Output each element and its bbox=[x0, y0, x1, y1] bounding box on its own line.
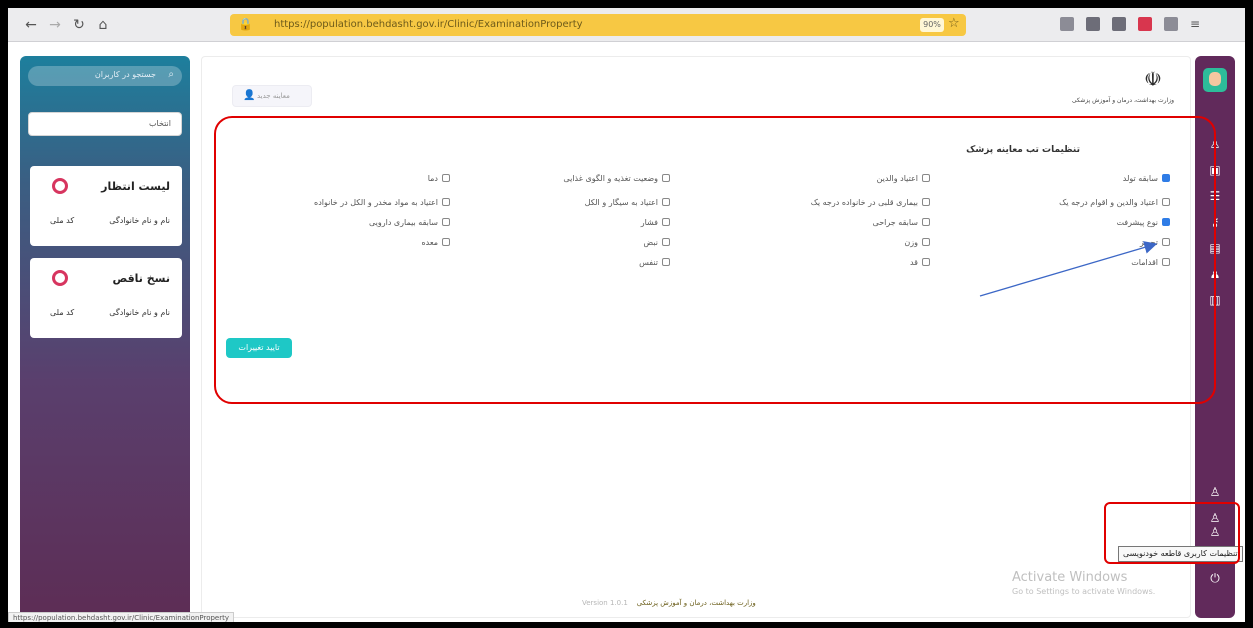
footer-text: وزارت بهداشت، درمان و آموزش پزشکی bbox=[636, 599, 756, 607]
library-icon[interactable] bbox=[1086, 17, 1100, 31]
ministry-logo: ☫ وزارت بهداشت، درمان و آموزش پزشکی bbox=[1072, 67, 1174, 111]
account-icon[interactable] bbox=[1164, 17, 1178, 31]
activation-watermark: Activate Windows Go to Settings to activ… bbox=[1012, 570, 1155, 596]
filter-select[interactable]: انتخاب bbox=[28, 112, 182, 136]
home-icon[interactable]: ⌂ bbox=[94, 16, 112, 34]
browser-toolbar: ← → ↻ ⌂ 🔒 https://population.behdasht.go… bbox=[8, 8, 1245, 42]
power-icon[interactable]: ⏻ bbox=[1207, 570, 1223, 586]
emblem-icon: ☫ bbox=[1144, 67, 1162, 91]
reload-icon[interactable]: ↻ bbox=[70, 16, 88, 34]
refresh-icon[interactable] bbox=[52, 178, 68, 194]
url-text: https://population.behdasht.gov.ir/Clini… bbox=[274, 19, 583, 30]
new-examination-button[interactable]: 👤 معاینه جدید bbox=[232, 85, 312, 107]
footer-version: Version 1.0.1 bbox=[582, 599, 628, 607]
bookmark-star-icon[interactable]: ☆ bbox=[948, 16, 960, 31]
card-field-id: کد ملی bbox=[50, 308, 75, 317]
user-icon: 👤 bbox=[243, 90, 256, 101]
search-icon: ⌕ bbox=[168, 69, 174, 80]
card-field-name: نام و نام خانوادگی bbox=[109, 308, 170, 317]
shield-icon[interactable] bbox=[1060, 17, 1074, 31]
sidebar-icon[interactable] bbox=[1112, 17, 1126, 31]
annotation-highlight bbox=[1104, 502, 1240, 564]
new-examination-label: معاینه جدید bbox=[257, 92, 290, 100]
refresh-icon[interactable] bbox=[52, 270, 68, 286]
address-bar[interactable]: 🔒 https://population.behdasht.gov.ir/Cli… bbox=[230, 14, 966, 36]
card-field-name: نام و نام خانوادگی bbox=[109, 216, 170, 225]
filter-select-value: انتخاب bbox=[149, 119, 171, 128]
forward-icon[interactable]: → bbox=[46, 16, 64, 34]
menu-icon[interactable]: ≡ bbox=[1190, 17, 1204, 31]
card-title: لیست انتظار bbox=[101, 180, 170, 193]
watermark-line2: Go to Settings to activate Windows. bbox=[1012, 587, 1156, 596]
sidebar-search[interactable]: جستجو در کاربران ⌕ bbox=[28, 66, 182, 86]
patient-sidebar: جستجو در کاربران ⌕ انتخاب لیست انتظار نا… bbox=[20, 56, 190, 618]
avatar[interactable] bbox=[1203, 68, 1227, 92]
footer: Version 1.0.1 وزارت بهداشت، درمان و آموز… bbox=[582, 599, 756, 607]
user-edit-icon[interactable]: ♙ bbox=[1207, 484, 1223, 500]
extension-icon[interactable] bbox=[1138, 17, 1152, 31]
back-icon[interactable]: ← bbox=[22, 16, 40, 34]
lock-icon: 🔒 bbox=[238, 17, 253, 31]
waiting-list-card[interactable]: لیست انتظار نام و نام خانوادگی کد ملی bbox=[30, 166, 182, 246]
status-bar: https://population.behdasht.gov.ir/Clini… bbox=[8, 612, 235, 622]
search-placeholder: جستجو در کاربران bbox=[94, 70, 156, 79]
card-field-id: کد ملی bbox=[50, 216, 75, 225]
zoom-level[interactable]: 90% bbox=[920, 18, 944, 32]
emblem-caption: وزارت بهداشت، درمان و آموزش پزشکی bbox=[1071, 97, 1174, 104]
watermark-line1: Activate Windows bbox=[1012, 570, 1128, 585]
card-title: نسخ ناقص bbox=[112, 272, 170, 285]
incomplete-prescriptions-card[interactable]: نسخ ناقص نام و نام خانوادگی کد ملی bbox=[30, 258, 182, 338]
annotation-highlight bbox=[214, 116, 1216, 404]
screenshot-frame: ← → ↻ ⌂ 🔒 https://population.behdasht.go… bbox=[8, 8, 1245, 622]
